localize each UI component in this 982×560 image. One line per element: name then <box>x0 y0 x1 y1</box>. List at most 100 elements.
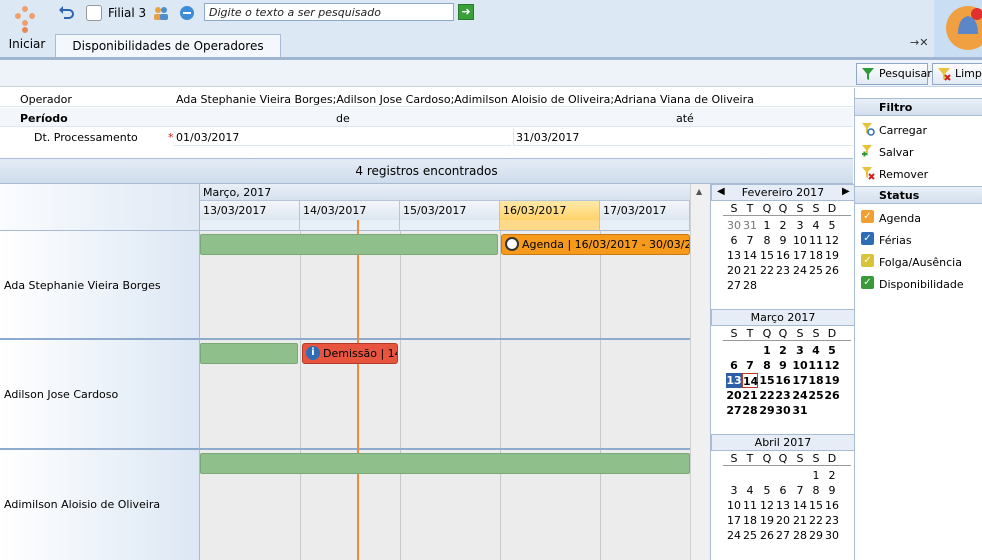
calendar-day[interactable]: 7 <box>742 358 758 373</box>
calendar-day[interactable]: 19 <box>824 248 840 263</box>
calendar-day[interactable]: 15 <box>759 373 775 388</box>
calendar-day[interactable]: 4 <box>808 218 824 233</box>
allday-cell[interactable] <box>300 220 400 231</box>
calendar-day[interactable]: 5 <box>824 343 840 358</box>
calendar-day[interactable]: 23 <box>775 388 791 403</box>
filial-label[interactable]: Filial 3 <box>108 6 146 20</box>
checkbox-checked-icon[interactable]: ✓ <box>861 254 874 267</box>
day-header-today[interactable]: 16/03/2017 <box>500 201 600 220</box>
calendar-day[interactable]: 3 <box>792 218 808 233</box>
calendar-day[interactable]: 2 <box>775 218 791 233</box>
calendar-day[interactable]: 18 <box>808 248 824 263</box>
calendar-day[interactable]: 30 <box>726 218 742 233</box>
day-header[interactable]: 17/03/2017 <box>600 201 690 220</box>
checkbox-checked-icon[interactable]: ✓ <box>861 210 874 223</box>
next-month-icon[interactable]: ▶ <box>842 184 850 199</box>
calendar-day[interactable]: 16 <box>775 248 791 263</box>
refresh-icon[interactable] <box>178 4 196 22</box>
calendar-day[interactable]: 27 <box>726 278 742 293</box>
calendar-day[interactable]: 1 <box>808 468 824 483</box>
calendar-day[interactable]: 18 <box>742 513 758 528</box>
calendar-day[interactable]: 6 <box>726 233 742 248</box>
calendar-day[interactable]: 25 <box>742 528 758 543</box>
availability-bar[interactable] <box>200 234 498 255</box>
calendar-day[interactable]: 23 <box>775 263 791 278</box>
calendar-day[interactable]: 20 <box>775 513 791 528</box>
calendar-day[interactable]: 4 <box>742 483 758 498</box>
calendar-day[interactable]: 13 <box>775 498 791 513</box>
calendar-day[interactable]: 25 <box>808 388 824 403</box>
prev-month-icon[interactable]: ◀ <box>717 184 725 199</box>
search-go-button[interactable]: ➜ <box>458 4 474 20</box>
calendar-day[interactable]: 22 <box>808 513 824 528</box>
allday-cell[interactable] <box>400 220 500 231</box>
calendar-day[interactable]: 11 <box>742 498 758 513</box>
calendar-day[interactable]: 15 <box>759 248 775 263</box>
appointment-agenda[interactable]: Agenda | 16/03/2017 - 30/03/2017 <box>501 234 690 255</box>
day-header[interactable]: 13/03/2017 <box>200 201 300 220</box>
calendar-day[interactable]: 29 <box>759 403 775 418</box>
checkbox-checked-icon[interactable]: ✓ <box>861 232 874 245</box>
calendar-day[interactable]: 30 <box>775 403 791 418</box>
resource-row[interactable]: Adilson Jose Cardoso <box>0 340 200 450</box>
calendar-day[interactable]: 2 <box>824 468 840 483</box>
calendar-day[interactable]: 19 <box>824 373 840 388</box>
calendar-day[interactable]: 10 <box>792 233 808 248</box>
allday-cell[interactable] <box>600 220 690 231</box>
calendar-day[interactable]: 29 <box>808 528 824 543</box>
calendar-day[interactable]: 25 <box>808 263 824 278</box>
calendar-day[interactable]: 21 <box>792 513 808 528</box>
tab-disponibilidades[interactable]: Disponibilidades de Operadores <box>55 34 281 58</box>
availability-bar[interactable] <box>200 453 690 474</box>
allday-cell[interactable] <box>200 220 300 231</box>
calendar-day[interactable]: 26 <box>824 263 840 278</box>
calendar-day[interactable]: 31 <box>742 218 758 233</box>
search-input[interactable]: Digite o texto a ser pesquisado <box>204 3 454 21</box>
calendar-day[interactable]: 20 <box>726 388 742 403</box>
calendar-day[interactable]: 15 <box>808 498 824 513</box>
calendar-day[interactable]: 26 <box>824 388 840 403</box>
calendar-day[interactable]: 1 <box>759 218 775 233</box>
calendar-day[interactable]: 10 <box>726 498 742 513</box>
calendar-day[interactable]: 24 <box>792 388 808 403</box>
allday-cell[interactable] <box>500 220 600 231</box>
calendar-day[interactable]: 12 <box>759 498 775 513</box>
calendar-day[interactable]: 2 <box>775 343 791 358</box>
calendar-day[interactable]: 21 <box>742 388 758 403</box>
calendar-day[interactable]: 6 <box>726 358 742 373</box>
calendar-day[interactable]: 4 <box>808 343 824 358</box>
calendar-day[interactable]: 14 <box>792 498 808 513</box>
calendar-day[interactable]: 22 <box>759 388 775 403</box>
calendar-day[interactable]: 17 <box>792 248 808 263</box>
calendar-day[interactable]: 13 <box>726 248 742 263</box>
search-button[interactable]: Pesquisar <box>856 63 932 85</box>
calendar-day[interactable]: 11 <box>808 358 824 373</box>
calendar-day[interactable]: 28 <box>742 403 758 418</box>
calendar-day[interactable]: 1 <box>759 343 775 358</box>
calendar-day[interactable]: 6 <box>775 483 791 498</box>
date-from-input[interactable]: 01/03/2017 <box>174 128 511 146</box>
calendar-day[interactable]: 9 <box>775 358 791 373</box>
calendar-day[interactable]: 24 <box>792 263 808 278</box>
appointment-demissao[interactable]: i Demissão | 14/03/2017 <box>302 343 398 364</box>
day-header[interactable]: 15/03/2017 <box>400 201 500 220</box>
calendar-day[interactable]: 24 <box>726 528 742 543</box>
operator-field[interactable]: Ada Stephanie Vieira Borges;Adilson Jose… <box>176 93 754 106</box>
calendar-day[interactable]: 16 <box>775 373 791 388</box>
calendar-day[interactable]: 13 <box>726 373 742 388</box>
calendar-day[interactable]: 30 <box>824 528 840 543</box>
calendar-day[interactable]: 9 <box>775 233 791 248</box>
calendar-day[interactable]: 7 <box>742 233 758 248</box>
calendar-day[interactable]: 16 <box>824 498 840 513</box>
calendar-day[interactable]: 8 <box>808 483 824 498</box>
calendar-day[interactable]: 21 <box>742 263 758 278</box>
date-to-input[interactable]: 31/03/2017 <box>513 128 853 146</box>
calendar-day[interactable]: 7 <box>792 483 808 498</box>
calendar-day[interactable]: 5 <box>759 483 775 498</box>
checkbox-checked-icon[interactable]: ✓ <box>861 276 874 289</box>
calendar-day[interactable]: 19 <box>759 513 775 528</box>
resource-row[interactable]: Adimilson Aloisio de Oliveira <box>0 450 200 560</box>
calendar-day[interactable]: 3 <box>726 483 742 498</box>
scheduler-scrollbar[interactable]: ▲ <box>690 184 710 560</box>
clear-button[interactable]: Limpar <box>932 63 982 85</box>
